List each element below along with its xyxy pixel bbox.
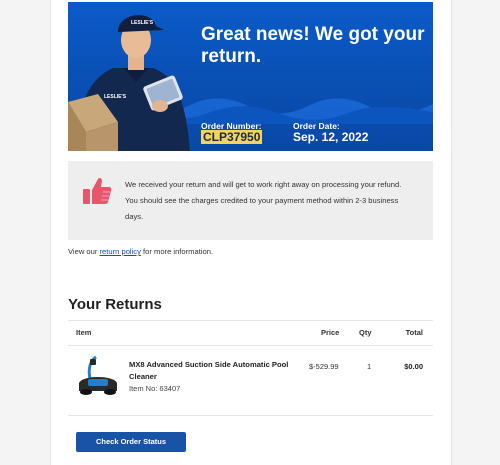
policy-suffix: for more information.: [140, 247, 214, 256]
svg-text:LESLIE'S: LESLIE'S: [131, 20, 154, 26]
policy-line: View our return policy for more informat…: [68, 247, 213, 256]
column-price: Price: [321, 328, 340, 337]
email-body: LESLIE'S LESLIE'S Great news! We got you…: [50, 0, 452, 465]
order-date-value: Sep. 12, 2022: [293, 130, 369, 144]
policy-prefix: View our: [68, 247, 100, 256]
column-qty: Qty: [359, 328, 372, 337]
item-price: $-529.99: [309, 362, 339, 371]
pool-cleaner-icon: [79, 355, 117, 395]
returns-table-header: Item Price Qty Total: [68, 320, 433, 346]
column-item: Item: [76, 328, 92, 337]
shirt-logo: LESLIE'S: [104, 94, 127, 100]
return-info-box: We received your return and will get to …: [68, 161, 433, 240]
item-number: Item No: 63407: [129, 384, 181, 393]
thumbs-up-icon: [83, 177, 112, 204]
table-row: MX8 Advanced Suction Side Automatic Pool…: [68, 345, 433, 416]
return-info-message: We received your return and will get to …: [125, 180, 402, 221]
returns-title: Your Returns: [68, 296, 162, 313]
order-number-value-wrap: CLP37950: [201, 130, 263, 144]
order-number-value: CLP37950: [201, 130, 263, 144]
hero-banner: LESLIE'S LESLIE'S Great news! We got you…: [68, 2, 433, 151]
delivery-person-illustration: LESLIE'S LESLIE'S: [68, 15, 190, 151]
column-total: Total: [405, 328, 423, 337]
product-name[interactable]: MX8 Advanced Suction Side Automatic Pool…: [129, 359, 289, 383]
item-total: $0.00: [404, 362, 423, 371]
check-order-status-button[interactable]: Check Order Status: [76, 432, 186, 452]
return-policy-link[interactable]: return policy: [100, 247, 141, 256]
hero-headline: Great news! We got your return.: [201, 24, 425, 67]
item-qty: 1: [367, 362, 372, 371]
